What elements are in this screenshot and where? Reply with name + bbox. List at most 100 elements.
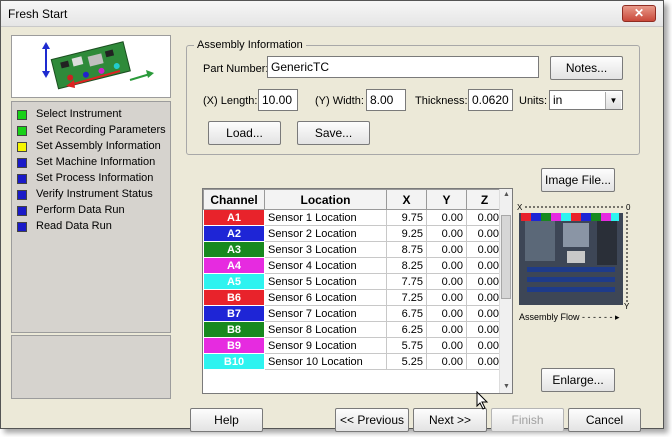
- table-row[interactable]: B6 Sensor 6 Location 7.25 0.00 0.00: [203, 289, 503, 306]
- column-header[interactable]: Channel: [203, 189, 265, 210]
- location-cell[interactable]: Sensor 2 Location: [264, 225, 387, 242]
- column-header[interactable]: Location: [264, 189, 387, 210]
- y-cell[interactable]: 0.00: [426, 305, 467, 322]
- location-cell[interactable]: Sensor 10 Location: [264, 353, 387, 370]
- step-item[interactable]: Verify Instrument Status: [12, 188, 170, 204]
- chevron-down-icon[interactable]: ▼: [605, 92, 621, 109]
- z-cell[interactable]: 0.00: [466, 305, 503, 322]
- save-button[interactable]: Save...: [297, 121, 370, 145]
- part-number-input[interactable]: GenericTC: [267, 56, 539, 78]
- x-cell[interactable]: 9.75: [386, 209, 427, 226]
- z-cell[interactable]: 0.00: [466, 337, 503, 354]
- close-button[interactable]: ✕: [622, 5, 656, 22]
- y-cell[interactable]: 0.00: [426, 289, 467, 306]
- channel-cell[interactable]: A4: [203, 257, 265, 274]
- column-header[interactable]: Z: [466, 189, 503, 210]
- y-cell[interactable]: 0.00: [426, 209, 467, 226]
- x-cell[interactable]: 7.75: [386, 273, 427, 290]
- table-row[interactable]: B8 Sensor 8 Location 6.25 0.00 0.00: [203, 321, 503, 338]
- location-cell[interactable]: Sensor 7 Location: [264, 305, 387, 322]
- table-scrollbar[interactable]: ▲ ▼: [499, 189, 512, 393]
- location-cell[interactable]: Sensor 5 Location: [264, 273, 387, 290]
- table-row[interactable]: B9 Sensor 9 Location 5.75 0.00 0.00: [203, 337, 503, 354]
- width-input[interactable]: 8.00: [366, 89, 406, 111]
- column-header[interactable]: Y: [426, 189, 467, 210]
- step-item[interactable]: Set Machine Information: [12, 156, 170, 172]
- location-cell[interactable]: Sensor 8 Location: [264, 321, 387, 338]
- step-item[interactable]: Set Process Information: [12, 172, 170, 188]
- enlarge-button[interactable]: Enlarge...: [541, 368, 615, 392]
- table-row[interactable]: A3 Sensor 3 Location 8.75 0.00 0.00: [203, 241, 503, 258]
- x-cell[interactable]: 8.25: [386, 257, 427, 274]
- x-cell[interactable]: 6.75: [386, 305, 427, 322]
- channel-cell[interactable]: A1: [203, 209, 265, 226]
- y-cell[interactable]: 0.00: [426, 273, 467, 290]
- step-item[interactable]: Perform Data Run: [12, 204, 170, 220]
- z-cell[interactable]: 0.00: [466, 273, 503, 290]
- channel-cell[interactable]: B6: [203, 289, 265, 306]
- z-cell[interactable]: 0.00: [466, 353, 503, 370]
- scrollbar-thumb[interactable]: [501, 215, 511, 299]
- previous-button[interactable]: << Previous: [335, 408, 409, 432]
- location-cell[interactable]: Sensor 1 Location: [264, 209, 387, 226]
- y-cell[interactable]: 0.00: [426, 257, 467, 274]
- scroll-up-icon[interactable]: ▲: [500, 189, 513, 201]
- channel-cell[interactable]: B8: [203, 321, 265, 338]
- z-cell[interactable]: 0.00: [466, 289, 503, 306]
- step-item[interactable]: Read Data Run: [12, 220, 170, 236]
- location-cell[interactable]: Sensor 4 Location: [264, 257, 387, 274]
- units-select[interactable]: in ▼: [549, 90, 623, 110]
- thickness-input[interactable]: 0.0620: [468, 89, 513, 111]
- y-cell[interactable]: 0.00: [426, 241, 467, 258]
- x-cell[interactable]: 6.25: [386, 321, 427, 338]
- length-input[interactable]: 10.00: [258, 89, 298, 111]
- y-cell[interactable]: 0.00: [426, 225, 467, 242]
- cancel-button[interactable]: Cancel: [568, 408, 641, 432]
- table-header-row: Channel Location X Y Z: [203, 189, 503, 210]
- table-row[interactable]: A1 Sensor 1 Location 9.75 0.00 0.00: [203, 209, 503, 226]
- location-cell[interactable]: Sensor 9 Location: [264, 337, 387, 354]
- y-cell[interactable]: 0.00: [426, 337, 467, 354]
- channel-table[interactable]: Channel Location X Y Z A1 Sensor 1 Locat…: [202, 188, 513, 394]
- step-item[interactable]: Select Instrument: [12, 108, 170, 124]
- load-button[interactable]: Load...: [208, 121, 281, 145]
- x-cell[interactable]: 8.75: [386, 241, 427, 258]
- z-cell[interactable]: 0.00: [466, 225, 503, 242]
- column-header[interactable]: X: [386, 189, 427, 210]
- channel-cell[interactable]: A2: [203, 225, 265, 242]
- table-row[interactable]: A5 Sensor 5 Location 7.75 0.00 0.00: [203, 273, 503, 290]
- channel-cell[interactable]: B10: [203, 353, 265, 370]
- x-cell[interactable]: 9.25: [386, 225, 427, 242]
- thickness-label: Thickness:: [415, 95, 468, 107]
- part-number-label: Part Number:: [203, 63, 269, 75]
- location-cell[interactable]: Sensor 6 Location: [264, 289, 387, 306]
- z-cell[interactable]: 0.00: [466, 321, 503, 338]
- next-button[interactable]: Next >>: [413, 408, 487, 432]
- z-cell[interactable]: 0.00: [466, 209, 503, 226]
- y-cell[interactable]: 0.00: [426, 321, 467, 338]
- channel-cell[interactable]: B9: [203, 337, 265, 354]
- table-row[interactable]: B10 Sensor 10 Location 5.25 0.00 0.00: [203, 353, 503, 370]
- location-cell[interactable]: Sensor 3 Location: [264, 241, 387, 258]
- y-cell[interactable]: 0.00: [426, 353, 467, 370]
- image-file-button[interactable]: Image File...: [541, 168, 615, 192]
- table-row[interactable]: B7 Sensor 7 Location 6.75 0.00 0.00: [203, 305, 503, 322]
- x-cell[interactable]: 5.75: [386, 337, 427, 354]
- title-bar[interactable]: Fresh Start ✕: [1, 1, 663, 27]
- channel-cell[interactable]: B7: [203, 305, 265, 322]
- z-cell[interactable]: 0.00: [466, 257, 503, 274]
- z-cell[interactable]: 0.00: [466, 241, 503, 258]
- help-button[interactable]: Help: [190, 408, 263, 432]
- table-row[interactable]: A4 Sensor 4 Location 8.25 0.00 0.00: [203, 257, 503, 274]
- channel-cell[interactable]: A5: [203, 273, 265, 290]
- x-cell[interactable]: 7.25: [386, 289, 427, 306]
- notes-button[interactable]: Notes...: [550, 56, 623, 80]
- step-item[interactable]: Set Assembly Information: [12, 140, 170, 156]
- x-axis-label: X: [517, 203, 523, 212]
- step-item[interactable]: Set Recording Parameters: [12, 124, 170, 140]
- scroll-down-icon[interactable]: ▼: [500, 381, 513, 393]
- table-row[interactable]: A2 Sensor 2 Location 9.25 0.00 0.00: [203, 225, 503, 242]
- finish-button[interactable]: Finish: [491, 408, 564, 432]
- x-cell[interactable]: 5.25: [386, 353, 427, 370]
- channel-cell[interactable]: A3: [203, 241, 265, 258]
